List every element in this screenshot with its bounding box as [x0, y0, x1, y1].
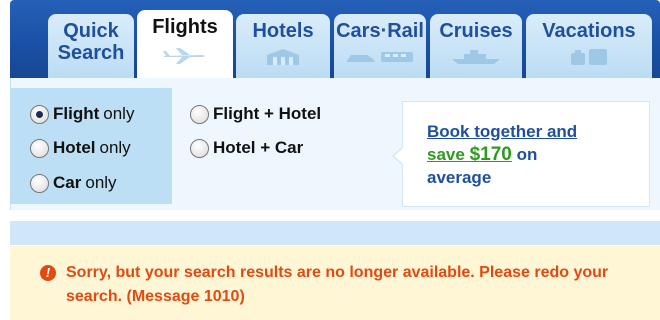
option-label: Car: [53, 173, 82, 192]
divider-strip: [10, 221, 660, 245]
radio-button-checked[interactable]: [30, 104, 49, 124]
ship-icon: [450, 48, 502, 70]
tab-flights[interactable]: Flights: [137, 10, 233, 78]
luggage-icon: [569, 47, 609, 70]
tab-label: Hotels: [252, 20, 314, 42]
promo-box: Book together and save $170 on average: [392, 101, 650, 207]
tab-hotels[interactable]: Hotels: [236, 14, 330, 78]
promo-amount: $170: [469, 144, 512, 165]
error-icon: !: [40, 265, 56, 281]
promo-average: average: [427, 168, 492, 187]
tab-label: Cars·Rail: [336, 20, 424, 42]
option-suffix: only: [99, 138, 131, 157]
promo-save-link[interactable]: save $170: [427, 144, 512, 165]
option-hotel-car[interactable]: Hotel + Car: [190, 138, 303, 158]
radio-button[interactable]: [30, 138, 49, 158]
tab-label: Flights: [152, 16, 218, 38]
radio-button[interactable]: [190, 104, 209, 124]
promo-save-text: save: [427, 145, 465, 164]
hotel-icon: [265, 47, 301, 70]
option-label: Hotel + Car: [213, 138, 304, 157]
tab-label: Vacations: [542, 20, 636, 42]
option-suffix: only: [85, 173, 117, 192]
option-flight-hotel[interactable]: Flight + Hotel: [190, 104, 321, 124]
radio-button[interactable]: [30, 173, 49, 193]
tab-bar: Quick Search Flights Hotels Cars·Rail Cr…: [10, 0, 660, 78]
promo-link[interactable]: Book together and: [427, 122, 577, 141]
car-train-icon: [345, 48, 415, 70]
plane-icon: [162, 47, 208, 70]
option-suffix: only: [103, 104, 135, 123]
tab-vacations[interactable]: Vacations: [526, 14, 652, 78]
tab-label-line2: Search: [57, 42, 125, 64]
option-label: Flight: [53, 104, 100, 123]
error-message: Sorry, but your search results are no lo…: [66, 264, 609, 305]
tab-cruises[interactable]: Cruises: [430, 14, 522, 78]
option-hotel-only[interactable]: Hotel only: [30, 138, 131, 158]
error-banner: ! Sorry, but your search results are no …: [10, 246, 660, 320]
tab-cars-rail[interactable]: Cars·Rail: [334, 14, 426, 78]
tab-label: Cruises: [439, 20, 513, 42]
tab-label: Quick: [63, 20, 119, 42]
option-car-only[interactable]: Car only: [30, 173, 117, 193]
option-label: Flight + Hotel: [213, 104, 322, 123]
option-flight-only[interactable]: Flight only: [30, 104, 134, 124]
tab-quick-search[interactable]: Quick Search: [48, 14, 134, 78]
promo-on: on: [516, 145, 538, 164]
radio-button[interactable]: [190, 138, 209, 158]
option-label: Hotel: [53, 138, 96, 157]
